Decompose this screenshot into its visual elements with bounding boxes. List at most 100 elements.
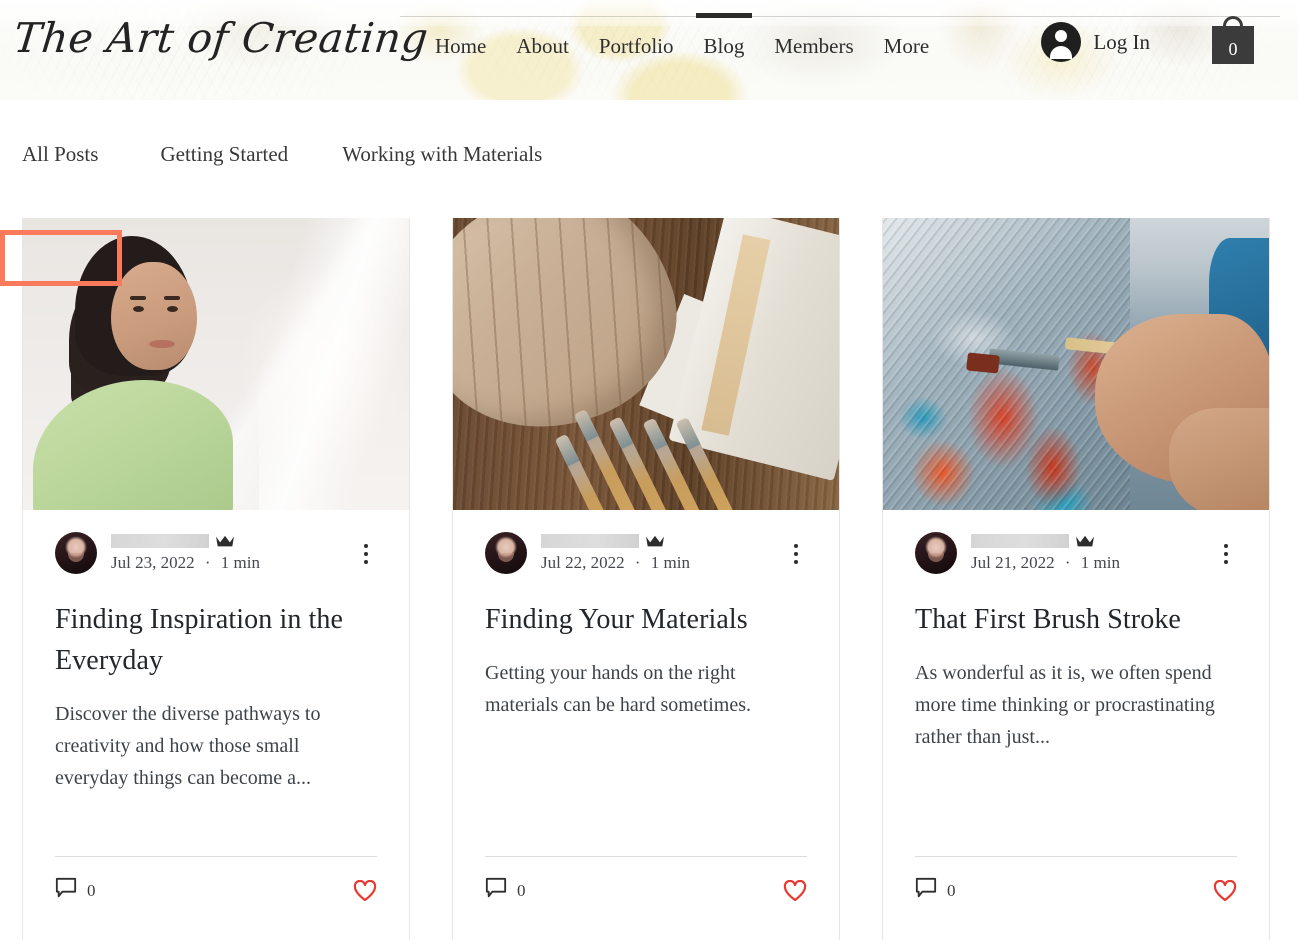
- author-avatar[interactable]: [485, 532, 527, 574]
- meta-separator: ·: [634, 552, 641, 572]
- site-header: The Art of Creating Home About Portfolio…: [0, 0, 1298, 100]
- cart-count: 0: [1228, 39, 1238, 59]
- comment-icon: [55, 877, 77, 904]
- post-date-readtime: Jul 22, 2022 · 1 min: [541, 553, 690, 573]
- login-button[interactable]: Log In: [1041, 22, 1150, 62]
- like-button[interactable]: [353, 879, 377, 902]
- comment-count: 0: [517, 880, 526, 900]
- login-label: Log In: [1093, 29, 1150, 54]
- tab-all-posts[interactable]: All Posts: [22, 142, 98, 167]
- post-cover-image[interactable]: [453, 218, 839, 510]
- post-excerpt: As wonderful as it is, we often spend mo…: [915, 661, 1215, 748]
- comments-button[interactable]: 0: [915, 877, 956, 904]
- post-excerpt: Discover the diverse pathways to creativ…: [55, 702, 321, 789]
- author-info: Jul 23, 2022 · 1 min: [111, 534, 260, 573]
- nav-item-portfolio[interactable]: Portfolio: [584, 34, 689, 59]
- account-avatar-icon: [1041, 22, 1082, 62]
- post-title[interactable]: That First Brush Stroke: [915, 600, 1237, 641]
- nav-item-blog[interactable]: Blog: [689, 34, 760, 59]
- post-date: Jul 22, 2022: [541, 552, 625, 572]
- post-read-time: 1 min: [1080, 552, 1120, 572]
- meta-separator: ·: [204, 552, 211, 572]
- author-name-row: [971, 534, 1120, 549]
- post-date-readtime: Jul 21, 2022 · 1 min: [971, 553, 1120, 573]
- author-avatar[interactable]: [915, 532, 957, 574]
- crown-icon: [1075, 535, 1095, 548]
- post-card-footer: 0: [485, 856, 807, 904]
- crown-icon: [645, 535, 665, 548]
- portrait-lips: [149, 340, 175, 348]
- author-info: Jul 21, 2022 · 1 min: [971, 534, 1120, 573]
- category-tabs: All Posts Getting Started Working with M…: [22, 142, 542, 167]
- post-title[interactable]: Finding Your Materials: [485, 600, 807, 641]
- comment-icon: [485, 877, 507, 904]
- comment-count: 0: [947, 880, 956, 900]
- post-card-footer: 0: [55, 856, 377, 904]
- author-info: Jul 22, 2022 · 1 min: [541, 534, 690, 573]
- site-logo[interactable]: The Art of Creating: [11, 14, 430, 62]
- post-date-readtime: Jul 23, 2022 · 1 min: [111, 553, 260, 573]
- blog-post-grid: Jul 23, 2022 · 1 min Finding Inspiration…: [0, 218, 1298, 940]
- author-name-redacted: [111, 534, 209, 548]
- portrait-face: [111, 262, 197, 370]
- author-name-row: [111, 534, 260, 549]
- nav-item-about[interactable]: About: [501, 34, 584, 59]
- heart-icon: [1213, 879, 1237, 906]
- heart-icon: [353, 879, 377, 906]
- like-button[interactable]: [1213, 879, 1237, 902]
- post-meta: Jul 21, 2022 · 1 min: [915, 510, 1237, 574]
- post-read-time: 1 min: [220, 552, 260, 572]
- post-meta: Jul 23, 2022 · 1 min: [55, 510, 377, 574]
- tab-working-with-materials[interactable]: Working with Materials: [342, 142, 542, 167]
- post-read-time: 1 min: [650, 552, 690, 572]
- post-card-footer: 0: [915, 856, 1237, 904]
- portrait-brow-left: [130, 296, 146, 300]
- post-card-body: Jul 21, 2022 · 1 min That First Brush St…: [883, 510, 1269, 753]
- author-name-redacted: [971, 534, 1069, 548]
- post-date: Jul 23, 2022: [111, 552, 195, 572]
- author-avatar[interactable]: [55, 532, 97, 574]
- comments-button[interactable]: 0: [485, 877, 526, 904]
- portrait-green-blouse: [33, 380, 233, 510]
- comment-icon: [915, 877, 937, 904]
- blog-post-card[interactable]: Jul 22, 2022 · 1 min Finding Your Materi…: [452, 218, 840, 940]
- meta-separator: ·: [1064, 552, 1071, 572]
- blog-post-card[interactable]: Jul 23, 2022 · 1 min Finding Inspiration…: [22, 218, 410, 940]
- author-name-row: [541, 534, 690, 549]
- nav-item-members[interactable]: Members: [759, 34, 868, 59]
- author-name-redacted: [541, 534, 639, 548]
- post-card-body: Jul 23, 2022 · 1 min Finding Inspiration…: [23, 510, 409, 794]
- comment-count: 0: [87, 880, 96, 900]
- post-card-body: Jul 22, 2022 · 1 min Finding Your Materi…: [453, 510, 839, 721]
- post-more-options-icon[interactable]: [1215, 544, 1237, 566]
- blog-post-card[interactable]: Jul 21, 2022 · 1 min That First Brush St…: [882, 218, 1270, 940]
- comments-button[interactable]: 0: [55, 877, 96, 904]
- post-more-options-icon[interactable]: [785, 544, 807, 566]
- post-cover-image[interactable]: [883, 218, 1269, 510]
- portrait-brow-right: [164, 296, 180, 300]
- nav-item-home[interactable]: Home: [420, 34, 501, 59]
- footer-actions: 0: [55, 857, 377, 904]
- nav-item-more[interactable]: More: [869, 34, 945, 59]
- post-title[interactable]: Finding Inspiration in the Everyday: [55, 600, 377, 682]
- post-more-options-icon[interactable]: [355, 544, 377, 566]
- tab-getting-started[interactable]: Getting Started: [160, 142, 288, 167]
- footer-actions: 0: [915, 857, 1237, 904]
- painter-wrist: [1169, 408, 1269, 510]
- header-divider-line: [400, 16, 1280, 17]
- post-date: Jul 21, 2022: [971, 552, 1055, 572]
- sunlight-streak: [259, 218, 409, 510]
- portrait-eye-right: [167, 306, 178, 312]
- post-meta: Jul 22, 2022 · 1 min: [485, 510, 807, 574]
- post-cover-image[interactable]: [23, 218, 409, 510]
- category-filter-bar: All Posts Getting Started Working with M…: [0, 100, 1298, 286]
- portrait-eye-left: [133, 306, 144, 312]
- shopping-bag-icon[interactable]: 0: [1212, 16, 1254, 64]
- like-button[interactable]: [783, 879, 807, 902]
- brush-bristles: [966, 352, 1000, 374]
- main-navigation: Home About Portfolio Blog Members More: [420, 34, 944, 59]
- footer-actions: 0: [485, 857, 807, 904]
- post-excerpt: Getting your hands on the right material…: [485, 661, 752, 716]
- crown-icon: [215, 535, 235, 548]
- heart-icon: [783, 879, 807, 906]
